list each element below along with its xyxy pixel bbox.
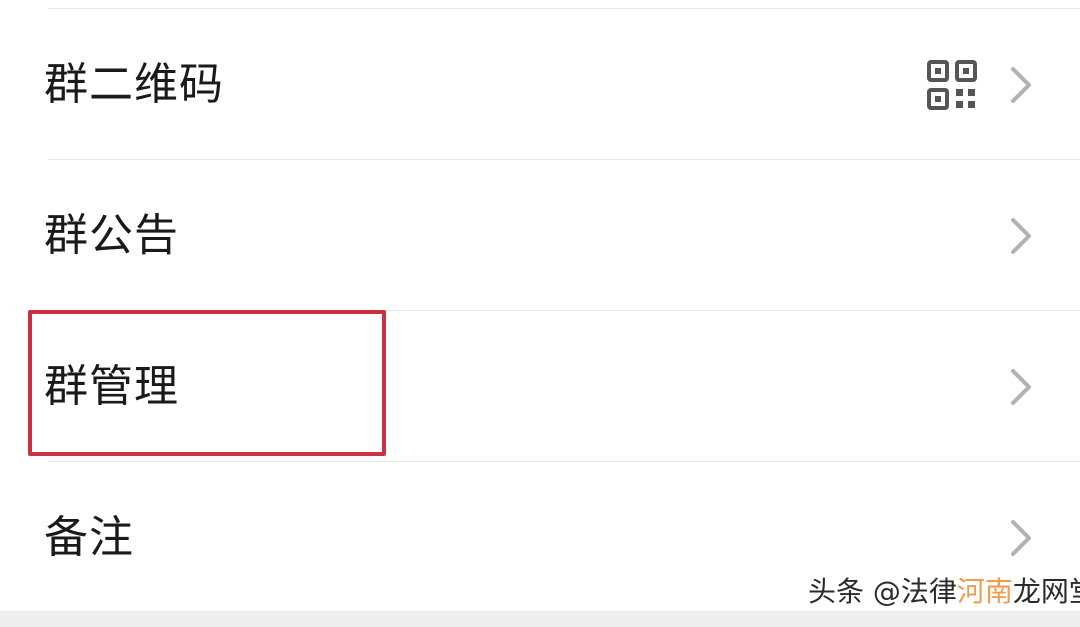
watermark-overlay: 河南 xyxy=(956,575,1013,608)
watermark-suffix: 龙网堂 xyxy=(1012,575,1080,608)
menu-item-group-management[interactable]: 群管理 xyxy=(0,312,1080,462)
chevron-right-icon xyxy=(1011,218,1031,254)
watermark-prefix: 头条 @法律 xyxy=(808,575,957,608)
menu-item-label: 群公告 xyxy=(44,210,179,261)
divider xyxy=(48,8,1080,9)
bottom-section-gap xyxy=(0,611,1080,627)
watermark: 头条 @法律河南龙网堂 xyxy=(808,578,1080,606)
menu-item-group-qr-code[interactable]: 群二维码 xyxy=(0,10,1080,160)
menu-item-group-notice[interactable]: 群公告 xyxy=(0,161,1080,311)
menu-item-label: 备注 xyxy=(44,512,134,563)
qr-code-icon xyxy=(927,60,977,110)
chevron-right-icon xyxy=(1011,520,1031,556)
menu-item-label: 群二维码 xyxy=(44,59,224,110)
divider xyxy=(48,159,1080,160)
chevron-right-icon xyxy=(1011,369,1031,405)
divider xyxy=(48,310,1080,311)
menu-item-label: 群管理 xyxy=(44,361,179,412)
chevron-right-icon xyxy=(1011,67,1031,103)
group-settings-screen: 群二维码 群公告 群管理 备注 头条 @法律河南龙网 xyxy=(0,0,1080,627)
divider xyxy=(48,461,1080,462)
